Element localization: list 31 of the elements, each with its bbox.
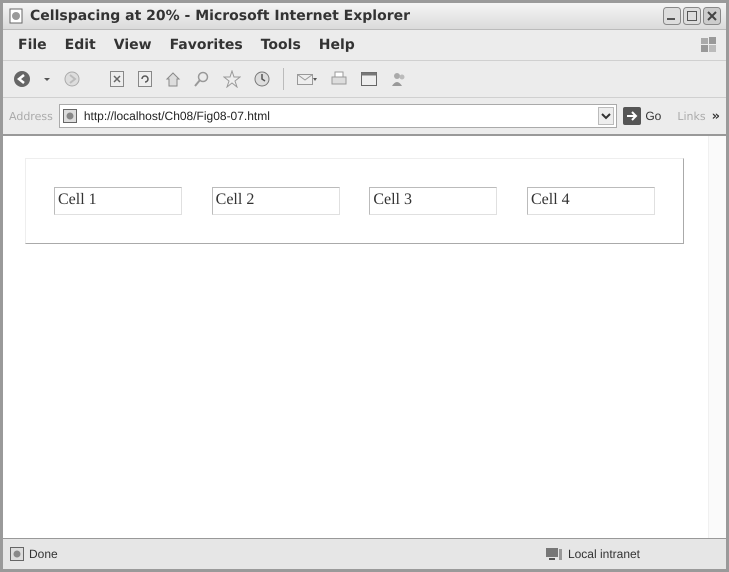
computer-icon [544, 546, 564, 562]
page-icon [8, 8, 24, 24]
go-button[interactable]: Go [623, 107, 662, 125]
status-text: Done [29, 547, 58, 561]
home-icon[interactable] [165, 70, 181, 88]
back-icon[interactable] [13, 70, 31, 88]
table-cell: Cell 3 [369, 187, 498, 215]
menu-item[interactable]: Help [310, 37, 364, 53]
minimize-icon[interactable] [663, 7, 681, 25]
table-cell: Cell 2 [212, 187, 340, 215]
close-icon[interactable] [703, 7, 721, 25]
zone-text: Local intranet [568, 547, 640, 561]
refresh-icon[interactable] [137, 70, 153, 88]
stop-icon[interactable] [109, 70, 125, 88]
history-icon[interactable] [253, 70, 271, 88]
menu-item[interactable]: Tools [252, 37, 310, 53]
page-icon [62, 108, 78, 124]
address-label: Address [9, 110, 53, 122]
menu-item[interactable]: Favorites [160, 37, 252, 53]
table-cell: Cell 1 [54, 187, 182, 215]
menu-item[interactable]: View [104, 37, 161, 53]
chevron-button[interactable]: » [712, 108, 720, 124]
maximize-icon[interactable] [683, 7, 701, 25]
menu-item[interactable]: File [9, 37, 56, 53]
page-icon [9, 546, 25, 562]
address-field[interactable]: http://localhost/Ch08/Fig08-07.html [58, 104, 618, 128]
table-cell: Cell 4 [526, 187, 655, 215]
window-title: Cellspacing at 20% - Microsoft Internet Explorer [30, 8, 410, 24]
star-icon[interactable] [223, 70, 241, 88]
menu-item[interactable]: Edit [56, 37, 105, 53]
dropdown-icon[interactable] [598, 107, 614, 125]
